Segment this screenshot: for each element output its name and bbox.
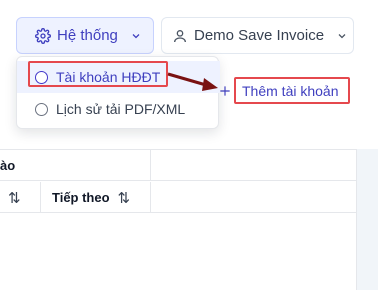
chevron-down-icon [130,30,142,42]
table-header-group-row: ào [0,150,356,181]
user-icon [172,28,188,44]
sort-icon[interactable]: ⇅ [8,189,21,207]
menu-item-label: Tài khoản HĐĐT [56,69,161,85]
system-menu-button[interactable]: Hệ thống [16,17,154,54]
user-name-label: Demo Save Invoice [194,27,325,44]
column-header: ào [0,150,15,181]
column-header[interactable]: ⇅ [0,182,36,213]
gear-icon [35,27,51,44]
top-toolbar: Hệ thống Demo Save Invoice [0,0,378,64]
sort-icon[interactable]: ⇅ [118,189,131,207]
vertical-scrollbar[interactable] [356,149,378,290]
radio-icon [35,102,48,116]
column-header-label: ào [0,158,16,173]
column-divider [40,182,41,213]
annotation-arrow-icon [167,72,218,91]
chevron-down-icon [336,30,348,42]
add-account-button[interactable]: Thêm tài khoản [218,80,339,102]
table-body [0,213,356,290]
system-menu-label: Hệ thống [57,27,118,44]
menu-item-download-history[interactable]: Lịch sử tải PDF/XML [17,93,220,125]
column-divider [150,150,151,181]
column-header-label: Tiếp theo [52,190,110,205]
add-account-label: Thêm tài khoản [242,83,339,99]
menu-item-label: Lịch sử tải PDF/XML [56,101,186,117]
data-table: ào ⇅ Tiếp theo ⇅ [0,149,356,290]
radio-icon [35,70,48,84]
column-divider [150,182,151,213]
user-menu-button[interactable]: Demo Save Invoice [161,17,354,54]
column-header-next[interactable]: Tiếp theo ⇅ [52,182,130,213]
table-header-row: ⇅ Tiếp theo ⇅ [0,182,356,213]
